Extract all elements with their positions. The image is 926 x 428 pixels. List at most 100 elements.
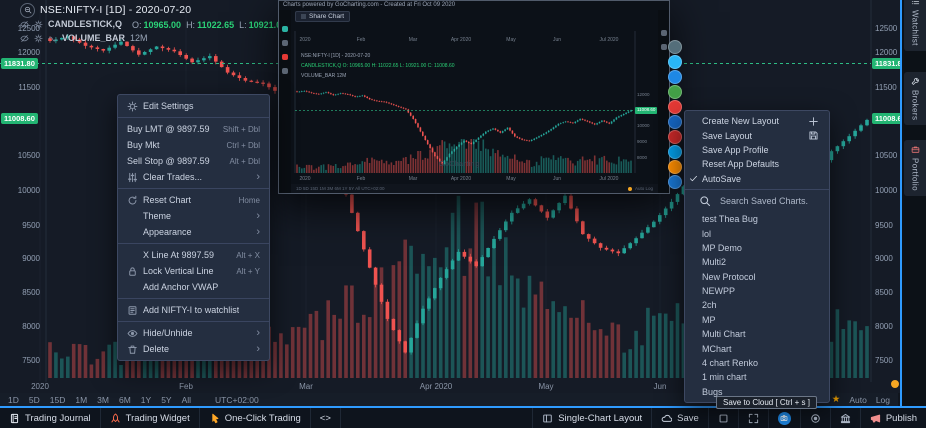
price-tick: 10500 [875,151,897,160]
saved-charts-search[interactable] [685,189,829,212]
timeframe-5y[interactable]: 5Y [161,395,171,405]
briefcase-icon [911,145,920,154]
share-gmail-button[interactable] [668,130,682,144]
share-reddit-button[interactable] [668,160,682,174]
share-whatsapp-button[interactable] [668,85,682,99]
log-scale-label[interactable]: Log [876,395,890,405]
menu-item-add-anchor-vwap[interactable]: Add Anchor VWAP [118,279,269,295]
menu-item-hide-unhide[interactable]: Hide/Unhide› [118,325,269,341]
wrench-icon [911,77,920,86]
time-tick: Apr 2020 [420,382,452,391]
menu-item-lock-vertical-line[interactable]: Lock Vertical LineAlt + Y [118,263,269,279]
time-tick: 2020 [31,382,49,391]
saved-chart-lol[interactable]: lol [685,226,829,240]
menu-item-edit-settings[interactable]: Edit Settings [118,98,269,114]
eye-off-icon[interactable] [20,20,29,29]
target-button[interactable] [800,408,830,428]
pointer-icon [209,413,220,424]
menu-item-reset-chart[interactable]: Reset ChartHome [118,192,269,208]
gear-icon[interactable] [34,34,43,43]
button-[interactable]: <> [311,408,341,428]
button-save[interactable]: Save [651,408,708,428]
cloud-icon [661,413,672,424]
square-button[interactable] [708,408,738,428]
menu-item-buy-mkt[interactable]: Buy MktCtrl + Dbl [118,137,269,153]
button-trading-journal[interactable]: Trading Journal [0,408,101,428]
study-volume-label[interactable]: VOLUME_BAR [62,33,125,43]
saved-chart-4-chart-renko[interactable]: 4 chart Renko [685,356,829,370]
timeframe-1m[interactable]: 1M [75,395,87,405]
camera-button[interactable] [768,408,800,428]
timeframe-3m[interactable]: 3M [97,395,109,405]
right-sidebar: Watchlist Brokers Portfolio [900,0,926,407]
button-publish[interactable]: Publish [860,408,926,428]
share-slack-button[interactable] [668,40,682,54]
share-link-button[interactable] [668,175,682,189]
gear-icon[interactable] [34,20,43,29]
menu-item-clear-trades[interactable]: Clear Trades...› [118,169,269,185]
eye-off-icon[interactable] [20,34,29,43]
search-input[interactable] [718,195,826,207]
menu-item-reset-app-defaults[interactable]: Reset App Defaults [685,157,829,171]
wave-icon[interactable] [48,34,57,43]
menu-separator [118,321,269,322]
saved-chart-mchart[interactable]: MChart [685,341,829,355]
saved-chart-mp[interactable]: MP [685,313,829,327]
menu-item-sell-stop-9897-59[interactable]: Sell Stop @ 9897.59Alt + Dbl [118,153,269,169]
menu-item-create-new-layout[interactable]: Create New Layout [685,114,829,128]
button-trading-widget[interactable]: Trading Widget [101,408,200,428]
sidebar-tab-watchlist[interactable]: Watchlist [904,0,926,51]
menu-item-buy-lmt-9897-59[interactable]: Buy LMT @ 9897.59Shift + Dbl [118,121,269,137]
button-single-chart-layout[interactable]: Single-Chart Layout [532,408,651,428]
timezone-label[interactable]: UTC+02:00 [215,395,259,405]
timeframe-1y[interactable]: 1Y [141,395,151,405]
square-icon [718,413,729,424]
timeframe-15d[interactable]: 15D [50,395,66,405]
price-tick: 10000 [0,186,40,195]
saved-chart-2ch[interactable]: 2ch [685,298,829,312]
preview-watermark: GoCharting [439,161,480,168]
saved-chart-newpp[interactable]: NEWPP [685,284,829,298]
saved-chart-multi2[interactable]: Multi2 [685,255,829,269]
saved-chart-1-min-chart[interactable]: 1 min chart [685,370,829,384]
price-tick: 8500 [875,288,893,297]
share-telegram-button[interactable] [668,145,682,159]
menu-item-appearance[interactable]: Appearance› [118,224,269,240]
saved-chart-new-protocol[interactable]: New Protocol [685,270,829,284]
time-tick: Mar [299,382,313,391]
time-tick: Feb [179,382,193,391]
timeframe-5d[interactable]: 5D [29,395,40,405]
share-twitter-button[interactable] [668,55,682,69]
timeframe-all[interactable]: All [182,395,191,405]
zoom-out-icon[interactable] [20,3,35,18]
saved-chart-mp-demo[interactable]: MP Demo [685,241,829,255]
menu-item-autosave[interactable]: AutoSave [685,172,829,186]
sidebar-tab-brokers[interactable]: Brokers [904,72,926,125]
reset-icon [127,195,138,206]
sidebar-tab-portfolio[interactable]: Portfolio [904,140,926,196]
timeframe-6m[interactable]: 6M [119,395,131,405]
bank-button[interactable] [830,408,860,428]
menu-item-save-layout[interactable]: Save Layout [685,128,829,142]
menu-item-save-app-profile[interactable]: Save App Profile [685,143,829,157]
button-one-click-trading[interactable]: One-Click Trading [200,408,311,428]
notification-dot[interactable] [891,380,899,388]
expand-button[interactable] [738,408,768,428]
auto-scale-label[interactable]: Auto [849,395,867,405]
menu-item-theme[interactable]: Theme› [118,208,269,224]
star-icon[interactable]: ★ [832,394,841,405]
share-linkedin-button[interactable] [668,115,682,129]
menu-item-x-line-at-9897-59[interactable]: X Line At 9897.59Alt + X [118,247,269,263]
price-tick: 8000 [0,322,40,331]
price-tick: 12500 [875,24,897,33]
share-pinterest-button[interactable] [668,100,682,114]
saved-chart-multi-chart[interactable]: Multi Chart [685,327,829,341]
menu-item-delete[interactable]: Delete› [118,341,269,357]
study-candlestick-label[interactable]: CANDLESTICK,Q [48,19,122,29]
timeframe-1d[interactable]: 1D [8,395,19,405]
share-facebook-button[interactable] [668,70,682,84]
preview-timeframe-bar: 1D 5D 15D 1M 3M 6M 1Y 5Y All UTC+02:00 A… [291,184,658,193]
menu-item-add-nifty-i-to-watchlist[interactable]: Add NIFTY-I to watchlist [118,302,269,318]
saved-chart-test-thea-bug[interactable]: test Thea Bug [685,212,829,226]
price-tick: 8500 [0,288,40,297]
